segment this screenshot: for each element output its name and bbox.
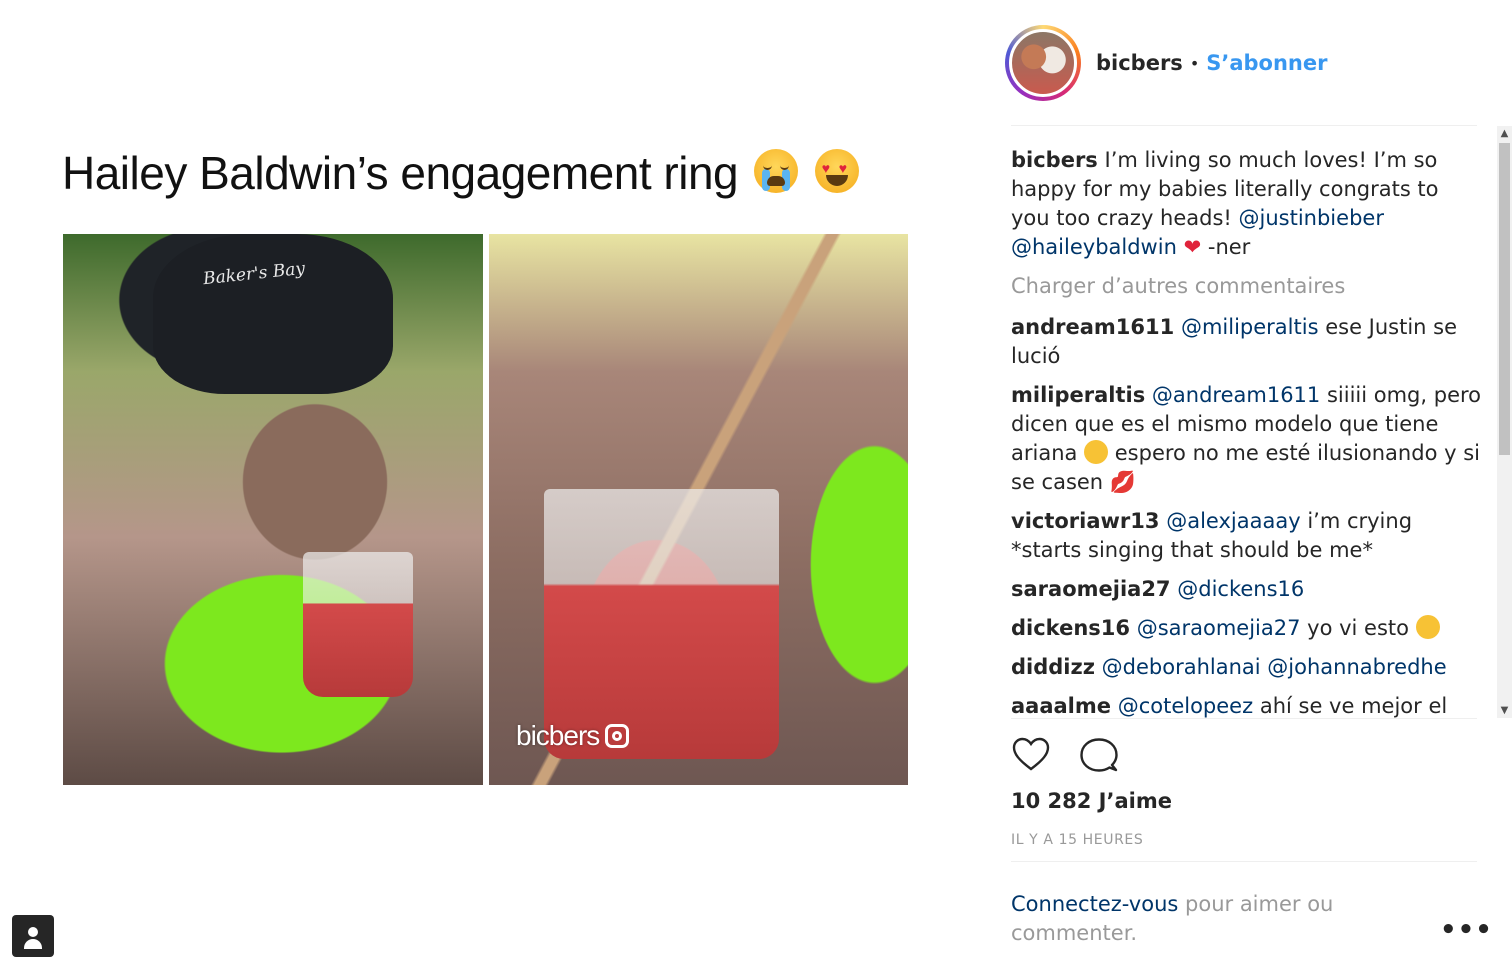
comments-list: bicbers I’m living so much loves! I’m so…: [1011, 146, 1483, 718]
comment-item: miliperaltis @andream1611 siiiii omg, pe…: [1011, 381, 1483, 497]
login-link[interactable]: Connectez-vous: [1011, 892, 1178, 916]
post-header: bicbers • S’abonner: [1005, 25, 1327, 101]
comment-text: ahí se ve mejor el: [1259, 694, 1448, 718]
caption-mention[interactable]: @haileybaldwin: [1011, 235, 1177, 259]
heart-icon[interactable]: [1011, 735, 1051, 775]
comment-mention[interactable]: @saraomejia27: [1137, 616, 1301, 640]
post-side-panel: bicbers • S’abonner bicbers I’m living s…: [985, 0, 1512, 972]
comment-item: victoriawr13 @alexjaaaay i’m crying *sta…: [1011, 507, 1483, 565]
scroll-down-icon[interactable]: ▼: [1497, 703, 1512, 718]
comment-username[interactable]: saraomejia27: [1011, 577, 1171, 601]
comment-text: espero no me esté ilusionando y si se ca…: [1011, 441, 1480, 494]
tired-face-emoji-icon: [1415, 615, 1440, 639]
post-image-title: Hailey Baldwin’s engagement ring ♥ ♥: [62, 146, 859, 200]
footer-divider: [1011, 861, 1477, 862]
scroll-thumb[interactable]: [1499, 143, 1510, 455]
heart-eyes-emoji-icon: ♥ ♥: [814, 149, 859, 193]
drink-cup-left: [303, 552, 413, 697]
comment-text: yo vi esto: [1307, 616, 1410, 640]
header-username[interactable]: bicbers: [1096, 51, 1183, 75]
red-heart-emoji-icon: ❤: [1183, 235, 1202, 259]
header-divider: [1011, 125, 1477, 126]
comment-username[interactable]: diddizz: [1011, 655, 1095, 679]
comment-username[interactable]: andream1611: [1011, 315, 1174, 339]
comment-mention[interactable]: @cotelopeez: [1118, 694, 1253, 718]
comment-mention[interactable]: @deborahlanai: [1102, 655, 1261, 679]
comment-mention[interactable]: @johannabredhe: [1267, 655, 1446, 679]
likes-count[interactable]: 10 282 J’aime: [1011, 789, 1172, 813]
comment-username[interactable]: aaaalme: [1011, 694, 1111, 718]
follow-button[interactable]: S’abonner: [1206, 51, 1327, 75]
comment-mention[interactable]: @alexjaaaay: [1166, 509, 1300, 533]
more-options-icon[interactable]: •••: [1440, 915, 1493, 945]
comment-item: aaaalme @cotelopeez ahí se ve mejor el: [1011, 692, 1483, 718]
cap-shape: [153, 234, 393, 394]
avatar[interactable]: [1005, 25, 1081, 101]
scroll-up-icon[interactable]: ▲: [1497, 126, 1512, 141]
watermark: bicbers: [516, 720, 630, 752]
header-separator: •: [1189, 53, 1200, 73]
comment-item: saraomejia27 @dickens16: [1011, 575, 1483, 604]
downcast-sweat-emoji-icon: [1084, 440, 1109, 464]
photo-right-panel: bicbers: [489, 234, 908, 785]
comment-item: diddizz @deborahlanai @johannabredhe: [1011, 653, 1483, 682]
caption-tail: -ner: [1207, 235, 1251, 259]
post-media: Hailey Baldwin’s engagement ring ♥ ♥ Bake…: [0, 0, 985, 972]
caption-username[interactable]: bicbers: [1011, 148, 1098, 172]
comments-divider: [1011, 718, 1477, 719]
comment-mention[interactable]: @miliperaltis: [1181, 315, 1319, 339]
comment-username[interactable]: dickens16: [1011, 616, 1130, 640]
caption-mention[interactable]: @justinbieber: [1239, 206, 1384, 230]
comment-item: dickens16 @saraomejia27 yo vi esto: [1011, 614, 1483, 643]
comment-username[interactable]: miliperaltis: [1011, 383, 1145, 407]
load-more-comments-button[interactable]: Charger d’autres commentaires: [1011, 272, 1483, 301]
post-timestamp: IL Y A 15 HEURES: [1011, 832, 1144, 848]
comments-scrollbar[interactable]: ▲ ▼: [1497, 126, 1512, 718]
drink-cup-right: [544, 489, 779, 759]
instagram-icon: [605, 724, 630, 748]
crying-face-emoji-icon: [754, 149, 799, 193]
watermark-text: bicbers: [516, 720, 600, 751]
kiss-mark-emoji-icon: 💋: [1109, 470, 1136, 494]
comment-username[interactable]: victoriawr13: [1011, 509, 1160, 533]
caption: bicbers I’m living so much loves! I’m so…: [1011, 146, 1483, 262]
post-image-title-text: Hailey Baldwin’s engagement ring: [62, 147, 739, 199]
user-icon[interactable]: [12, 915, 54, 957]
comment-icon[interactable]: [1079, 735, 1119, 775]
photo-left-panel: Baker's Bay: [63, 234, 483, 785]
comment-item: andream1611 @miliperaltis ese Justin se …: [1011, 313, 1483, 371]
login-prompt: Connectez-vous pour aimer ou commenter.: [1011, 890, 1391, 948]
comment-mention[interactable]: @andream1611: [1152, 383, 1320, 407]
post-actions: [1011, 735, 1119, 775]
comment-mention[interactable]: @dickens16: [1177, 577, 1304, 601]
